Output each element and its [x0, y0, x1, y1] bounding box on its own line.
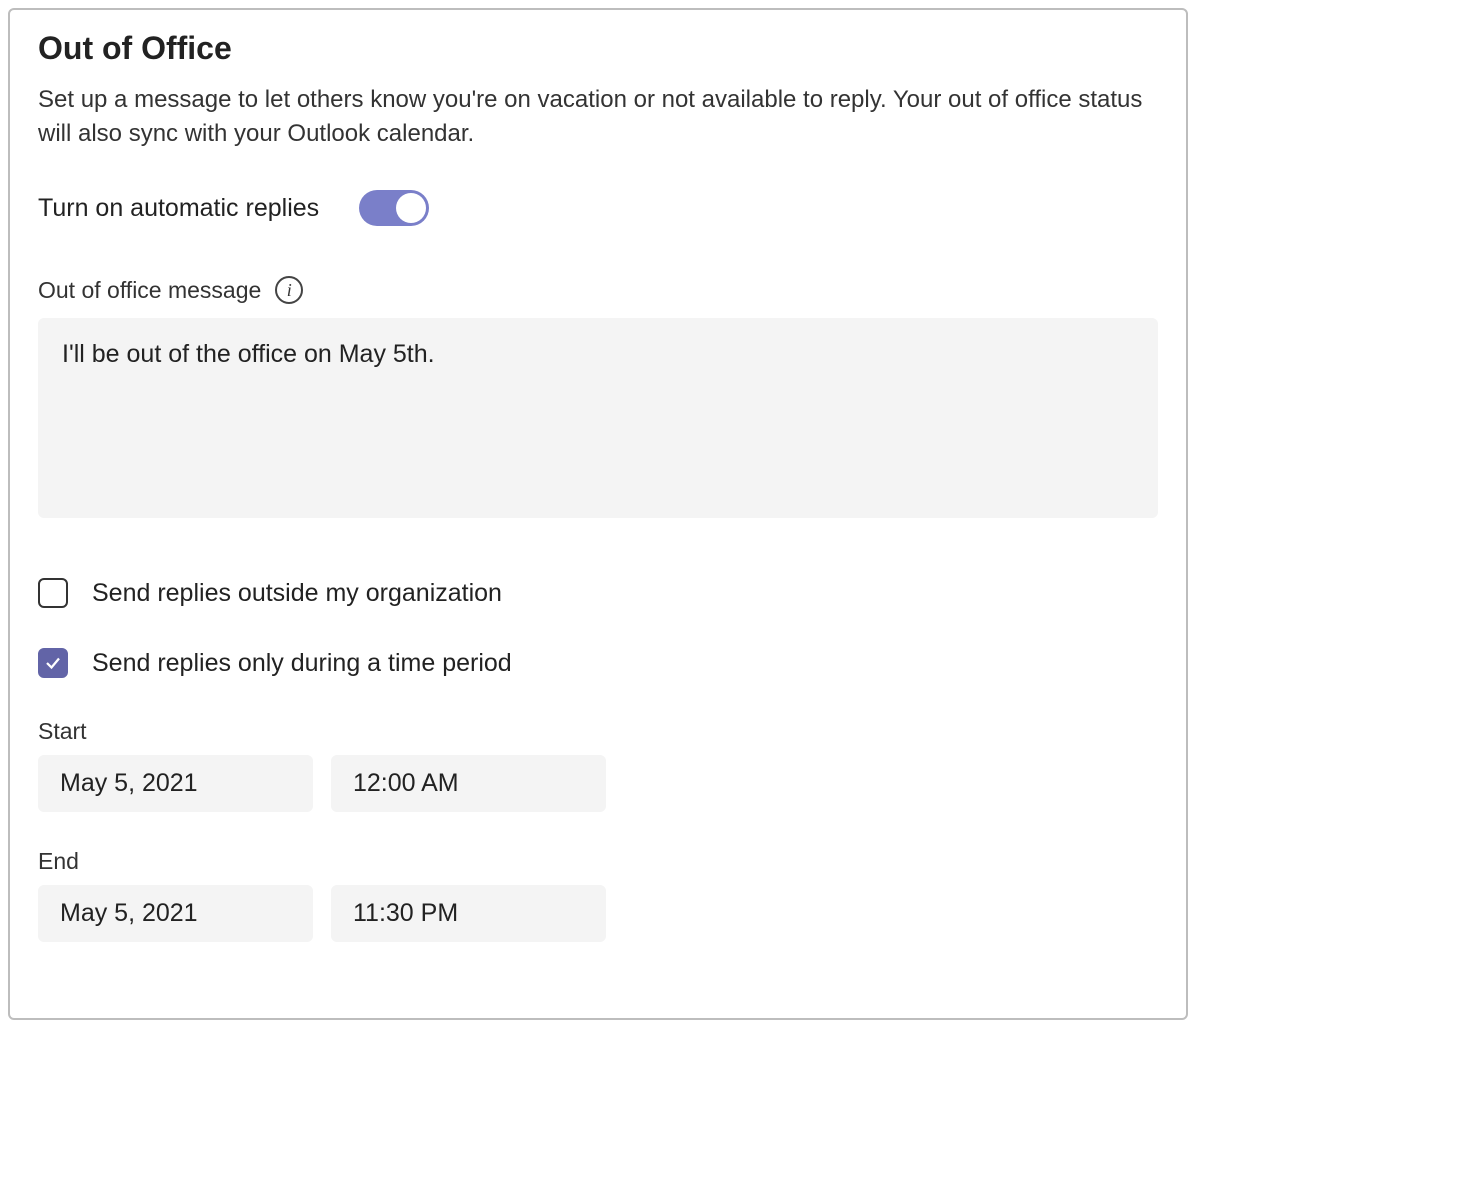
toggle-knob: [396, 193, 426, 223]
info-icon[interactable]: i: [275, 276, 303, 304]
automatic-replies-toggle[interactable]: [359, 190, 429, 226]
start-time-picker[interactable]: 12:00 AM: [331, 755, 606, 812]
outside-org-checkbox-row: Send replies outside my organization: [38, 578, 1158, 608]
message-label: Out of office message: [38, 277, 261, 304]
end-picker-row: May 5, 2021 11:30 PM: [38, 885, 1158, 942]
start-label: Start: [38, 718, 1158, 745]
end-date-picker[interactable]: May 5, 2021: [38, 885, 313, 942]
panel-description: Set up a message to let others know you'…: [38, 83, 1158, 150]
automatic-replies-label: Turn on automatic replies: [38, 194, 319, 223]
time-period-label: Send replies only during a time period: [92, 649, 512, 678]
automatic-replies-toggle-row: Turn on automatic replies: [38, 190, 1158, 226]
check-icon: [44, 654, 62, 672]
panel-title: Out of Office: [38, 30, 1158, 67]
time-period-section: Start May 5, 2021 12:00 AM End May 5, 20…: [38, 718, 1158, 942]
outside-org-checkbox[interactable]: [38, 578, 68, 608]
message-label-row: Out of office message i: [38, 276, 1158, 304]
start-date-picker[interactable]: May 5, 2021: [38, 755, 313, 812]
outside-org-label: Send replies outside my organization: [92, 579, 502, 608]
out-of-office-message-input[interactable]: I'll be out of the office on May 5th.: [38, 318, 1158, 518]
out-of-office-panel: Out of Office Set up a message to let ot…: [8, 8, 1188, 1020]
end-time-picker[interactable]: 11:30 PM: [331, 885, 606, 942]
time-period-checkbox-row: Send replies only during a time period: [38, 648, 1158, 678]
end-label: End: [38, 848, 1158, 875]
time-period-checkbox[interactable]: [38, 648, 68, 678]
start-picker-row: May 5, 2021 12:00 AM: [38, 755, 1158, 812]
